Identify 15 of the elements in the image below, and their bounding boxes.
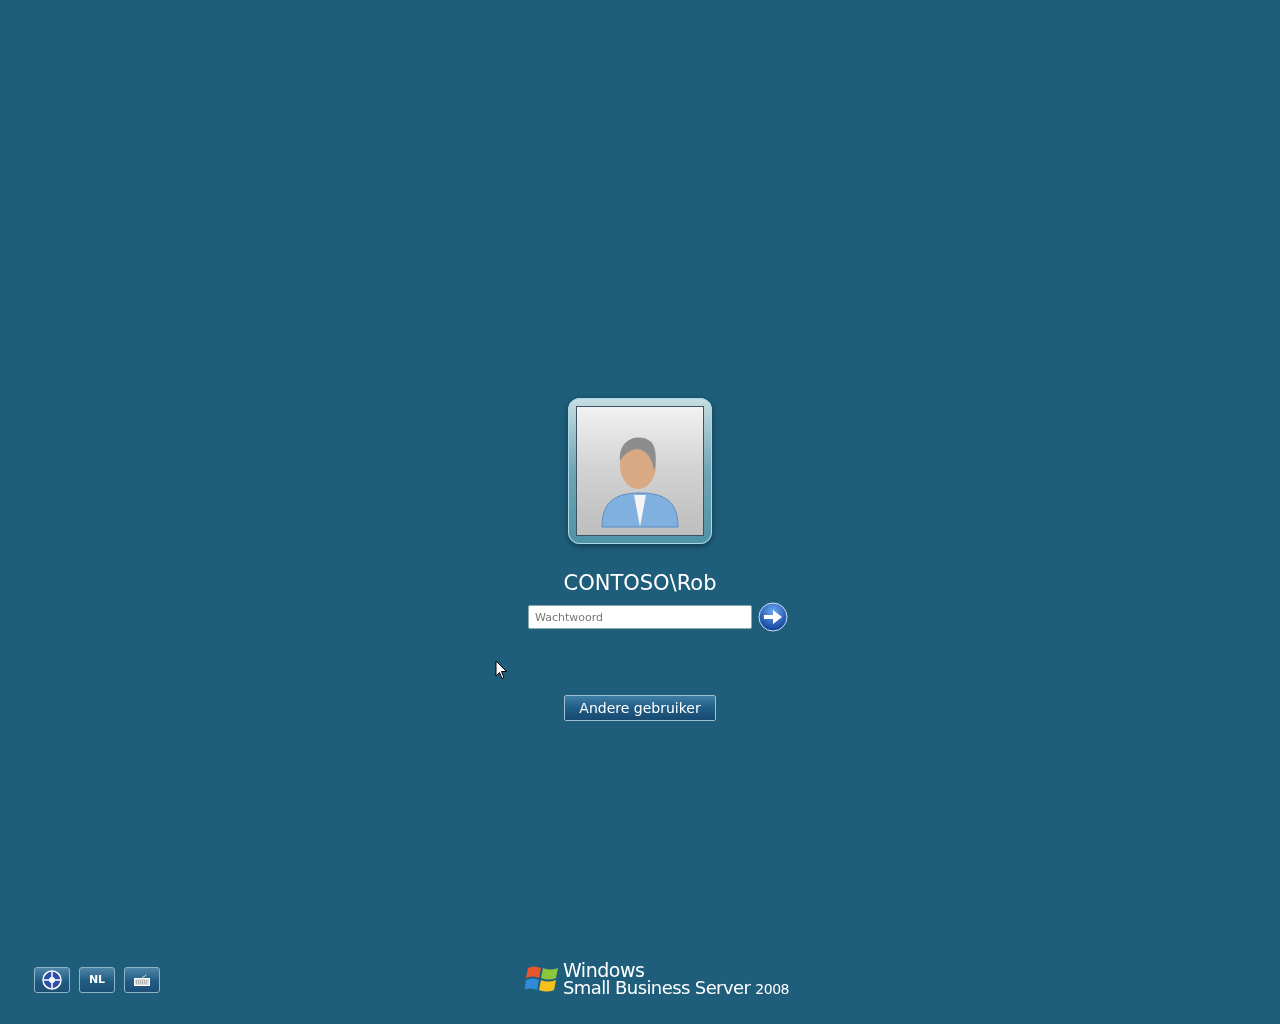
language-button[interactable]: NL [79, 966, 115, 993]
keyboard-icon [134, 973, 150, 986]
keyboard-button[interactable] [124, 966, 160, 993]
ease-of-access-icon [42, 969, 62, 990]
ease-of-access-button[interactable] [34, 966, 70, 993]
arrow-right-icon [758, 602, 788, 632]
product-version: 2008 [755, 981, 789, 997]
password-field[interactable]: Wachtwoord [528, 605, 752, 629]
user-tile[interactable] [568, 398, 712, 544]
brand-name: Windows [563, 961, 645, 979]
mouse-cursor-icon [495, 660, 508, 680]
submit-button[interactable] [758, 602, 788, 632]
switch-user-button[interactable]: Andere gebruiker [564, 695, 716, 721]
product-name: Small Business Server [563, 977, 751, 998]
user-name: CONTOSO\Rob [563, 570, 717, 597]
